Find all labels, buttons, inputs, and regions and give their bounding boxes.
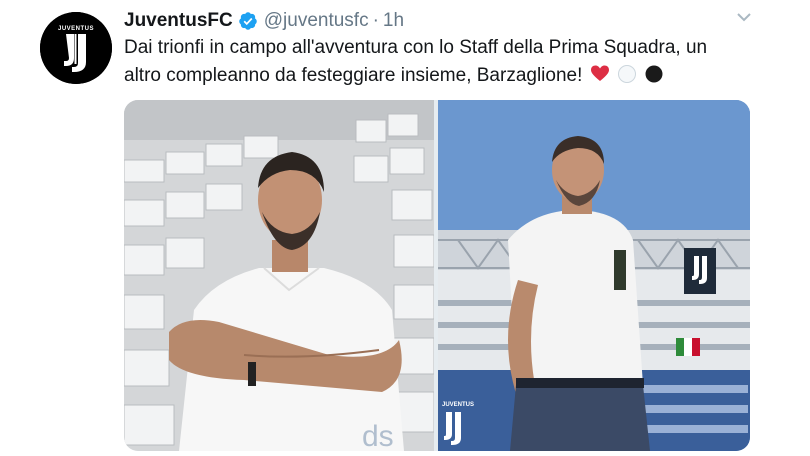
tweet-text: Dai trionfi in campo all'avventura con l… bbox=[124, 34, 774, 90]
media-grid: ds JUVENTUS bbox=[124, 100, 750, 451]
photo-left-image: ds bbox=[124, 100, 434, 451]
tweet-text-line-2-wrap: altro compleanno da festeggiare insieme,… bbox=[124, 62, 774, 90]
display-name[interactable]: JuventusFC bbox=[124, 10, 233, 32]
tweet-header: JuventusFC @juventusfc · 1h bbox=[124, 8, 404, 34]
timestamp[interactable]: 1h bbox=[383, 10, 404, 32]
tweet-text-line-2: altro compleanno da festeggiare insieme,… bbox=[124, 65, 583, 86]
photo-right-logo-text: JUVENTUS bbox=[442, 402, 474, 408]
separator-dot: · bbox=[372, 10, 379, 31]
chevron-down-icon[interactable] bbox=[736, 10, 752, 24]
avatar[interactable]: JUVENTUS bbox=[40, 12, 112, 84]
tweet[interactable]: JUVENTUS JuventusFC @juventusfc · 1h Dai… bbox=[0, 0, 810, 456]
juventus-logo-icon: JUVENTUS bbox=[40, 12, 112, 84]
black-circle-icon bbox=[645, 65, 663, 83]
photo-left-overlay-text: ds bbox=[362, 420, 394, 451]
avatar-text: JUVENTUS bbox=[58, 26, 94, 32]
handle[interactable]: @juventusfc bbox=[264, 10, 369, 32]
photo-left[interactable]: ds bbox=[124, 100, 434, 451]
verified-badge-icon bbox=[238, 12, 257, 30]
white-circle-icon bbox=[617, 65, 636, 83]
tweet-text-line-1: Dai trionfi in campo all'avventura con l… bbox=[124, 37, 708, 58]
photo-right[interactable]: JUVENTUS bbox=[438, 100, 750, 451]
red-heart-icon bbox=[590, 65, 609, 81]
photo-right-image: JUVENTUS bbox=[438, 100, 750, 451]
